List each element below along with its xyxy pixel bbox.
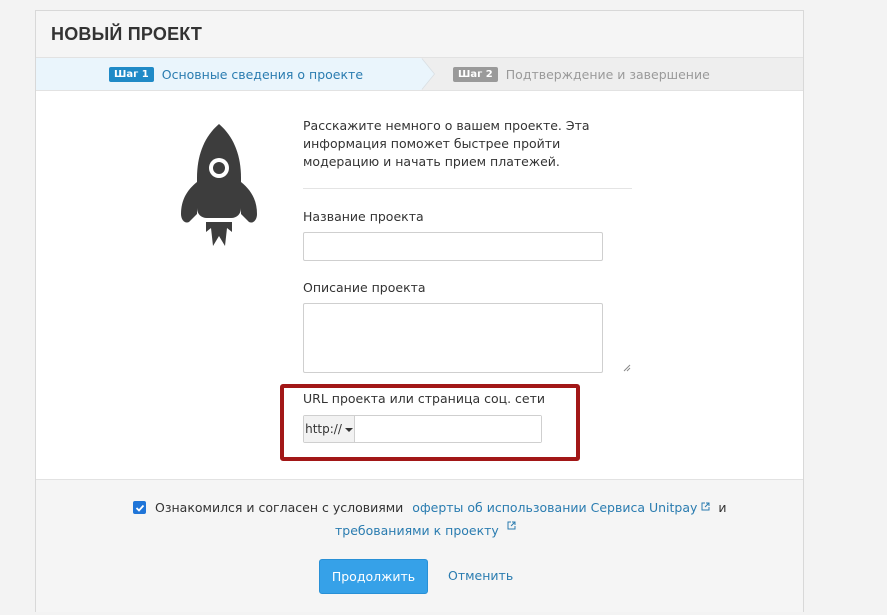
new-project-panel: НОВЫЙ ПРОЕКТ Шаг 1 Основные сведения о п… [35, 10, 804, 612]
panel-header: НОВЫЙ ПРОЕКТ [36, 11, 803, 58]
agreement-text: Ознакомился и согласен с условиями [155, 500, 404, 515]
and-word: и [718, 500, 727, 515]
project-description-label: Описание проекта [303, 280, 426, 295]
external-link-icon [507, 521, 516, 530]
resize-grip-icon[interactable] [623, 364, 631, 372]
checkmark-icon [135, 504, 144, 512]
agreement-line: Ознакомился и согласен с условиями оферт… [133, 500, 727, 515]
page-title: НОВЫЙ ПРОЕКТ [51, 23, 203, 44]
agreement-line-2: требованиями к проекту [335, 521, 516, 538]
step-arrow [421, 58, 434, 90]
agreement-checkbox[interactable] [133, 501, 146, 514]
rocket-icon [181, 124, 257, 246]
intro-text: Расскажите немного о вашем проекте. Эта … [303, 118, 590, 169]
project-description-textarea[interactable] [303, 303, 603, 373]
step-1-badge: Шаг 1 [109, 66, 154, 82]
form-footer: Ознакомился и согласен с условиями оферт… [36, 479, 803, 612]
protocol-dropdown[interactable]: http:// [304, 416, 355, 442]
step-2-label: Подтверждение и завершение [505, 66, 710, 82]
cancel-link[interactable]: Отменить [448, 568, 513, 583]
step-2-badge: Шаг 2 [453, 66, 498, 82]
project-name-label: Название проекта [303, 209, 424, 224]
protocol-value: http:// [305, 422, 342, 436]
external-link-icon [701, 502, 710, 511]
requirements-link[interactable]: требованиями к проекту [335, 523, 499, 538]
step-1-label: Основные сведения о проекте [161, 66, 364, 82]
project-url-input[interactable] [355, 416, 541, 442]
project-url-label: URL проекта или страница соц. сети [303, 391, 546, 406]
step-2: Шаг 2 Подтверждение и завершение [453, 58, 710, 90]
wizard-steps: Шаг 1 Основные сведения о проекте Шаг 2 … [36, 58, 803, 91]
continue-button[interactable]: Продолжить [319, 559, 428, 594]
step-1: Шаг 1 Основные сведения о проекте [36, 58, 421, 90]
divider [303, 188, 632, 189]
url-input-group: http:// [303, 415, 542, 443]
caret-down-icon [344, 428, 353, 432]
offer-link[interactable]: оферты об использовании Сервиса Unitpay [412, 500, 697, 515]
project-name-input[interactable] [303, 232, 603, 261]
